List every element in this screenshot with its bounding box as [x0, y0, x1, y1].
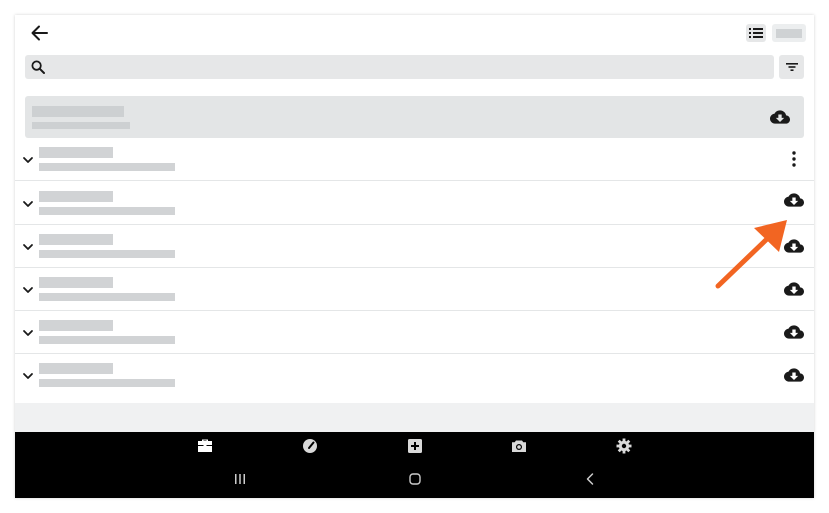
filter-button[interactable] [779, 55, 804, 79]
list-item [15, 138, 814, 181]
chevron-down-icon[interactable] [21, 240, 35, 254]
system-back-icon[interactable] [582, 471, 598, 487]
cloud-download-icon[interactable] [784, 279, 804, 299]
item-title-placeholder [39, 191, 113, 202]
item-title-placeholder [39, 147, 113, 158]
list-view-toggle[interactable] [746, 24, 766, 42]
list-view-icon [749, 28, 763, 38]
add-box-icon[interactable] [406, 437, 424, 455]
chevron-down-icon[interactable] [21, 326, 35, 340]
item-title-placeholder [39, 363, 113, 374]
list-item [15, 354, 814, 397]
recent-apps-icon[interactable] [232, 471, 248, 487]
bottom-nav [15, 432, 814, 460]
briefcase-icon[interactable] [196, 437, 214, 455]
system-nav-bar [15, 460, 814, 498]
speedometer-icon[interactable] [301, 437, 319, 455]
arrow-left-icon[interactable] [29, 24, 49, 42]
cloud-download-icon[interactable] [784, 190, 804, 210]
chevron-down-icon[interactable] [21, 153, 35, 167]
list-item [15, 225, 814, 268]
cloud-download-icon[interactable] [784, 322, 804, 342]
chevron-down-icon[interactable] [21, 197, 35, 211]
cloud-download-icon[interactable] [770, 107, 790, 127]
summary-card[interactable] [25, 96, 804, 138]
cloud-download-icon[interactable] [784, 365, 804, 385]
item-subtitle-placeholder [39, 163, 175, 171]
item-subtitle-placeholder [39, 379, 175, 387]
list-item [15, 182, 814, 225]
filter-icon [785, 63, 798, 71]
chevron-down-icon[interactable] [21, 369, 35, 383]
item-title-placeholder [39, 277, 113, 288]
cloud-download-icon[interactable] [784, 236, 804, 256]
item-subtitle-placeholder [39, 250, 175, 258]
home-icon[interactable] [407, 471, 423, 487]
gear-icon[interactable] [615, 437, 633, 455]
summary-title-placeholder [32, 106, 124, 117]
search-icon [31, 60, 45, 74]
app-screen [15, 15, 814, 498]
camera-icon[interactable] [510, 437, 528, 455]
item-title-placeholder [39, 234, 113, 245]
item-title-placeholder [39, 320, 113, 331]
summary-subtitle-placeholder [32, 122, 130, 129]
item-subtitle-placeholder [39, 207, 175, 215]
project-list [15, 87, 814, 403]
chevron-down-icon[interactable] [21, 283, 35, 297]
more-vertical-icon[interactable] [784, 149, 804, 169]
list-item [15, 311, 814, 354]
item-subtitle-placeholder [39, 293, 175, 301]
search-input[interactable] [51, 55, 766, 79]
list-item [15, 268, 814, 311]
placeholder-bar [776, 28, 802, 38]
app-header [15, 15, 814, 53]
search-bar [25, 55, 774, 79]
item-subtitle-placeholder [39, 336, 175, 344]
content-area [15, 87, 814, 432]
header-action-placeholder[interactable] [772, 24, 806, 42]
